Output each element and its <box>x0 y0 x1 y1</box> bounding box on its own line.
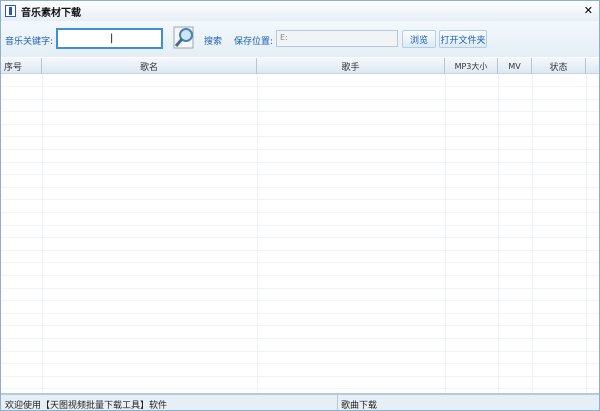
song-list[interactable] <box>1 74 599 393</box>
row-gridline <box>1 312 599 314</box>
row-gridline <box>1 262 599 264</box>
row-gridline <box>1 363 599 365</box>
row-gridline <box>1 86 599 87</box>
search-icon[interactable] <box>173 26 195 50</box>
close-icon[interactable]: ✕ <box>584 4 593 17</box>
row-gridline <box>1 325 599 327</box>
keyword-value: | <box>110 33 114 44</box>
save-location-label: 保存位置: <box>234 37 274 47</box>
row-gridline <box>1 161 599 163</box>
status-bar: 欢迎使用【天图视频批量下载工具】软件 歌曲下载 <box>1 393 599 411</box>
row-gridline <box>1 224 599 226</box>
row-gridline <box>1 375 599 377</box>
column-divider <box>445 74 446 393</box>
row-gridline <box>1 199 599 201</box>
status-message: 欢迎使用【天图视频批量下载工具】软件 <box>5 401 168 411</box>
row-gridline <box>1 237 599 239</box>
column-divider <box>532 74 533 393</box>
title-bar: 音乐素材下载 ✕ <box>1 1 599 21</box>
table-header: 序号 歌名 歌手 MP3大小 MV 状态 <box>1 58 599 74</box>
browse-button[interactable]: 浏览 <box>402 30 436 48</box>
window-title: 音乐素材下载 <box>21 7 81 19</box>
column-divider <box>42 74 43 393</box>
toolbar: 音乐关键字: | 搜索 保存位置: E: 浏览 打开文件夹 <box>1 21 599 57</box>
row-gridline <box>1 174 599 176</box>
row-gridline <box>1 350 599 352</box>
row-gridline <box>1 186 599 188</box>
keyword-input[interactable]: | <box>56 28 163 49</box>
row-gridline <box>1 123 599 125</box>
column-song[interactable]: 歌名 <box>42 58 257 74</box>
row-gridline <box>1 275 599 276</box>
keyword-label: 音乐关键字: <box>5 37 54 47</box>
save-path-input[interactable]: E: <box>276 30 398 47</box>
row-gridline <box>1 287 599 289</box>
main-window: 音乐素材下载 ✕ 音乐关键字: | 搜索 保存位置: E: 浏览 打开文件夹 序… <box>0 0 600 411</box>
row-gridline <box>1 136 599 138</box>
row-gridline <box>1 338 599 339</box>
row-gridline <box>1 212 599 213</box>
status-divider <box>337 395 338 410</box>
row-gridline <box>1 300 599 302</box>
column-status[interactable]: 状态 <box>532 58 586 74</box>
status-mode: 歌曲下载 <box>341 401 378 411</box>
row-gridline <box>1 149 599 150</box>
app-icon <box>5 5 16 17</box>
row-gridline <box>1 249 599 251</box>
search-button[interactable]: 搜索 <box>204 34 222 47</box>
row-gridline <box>1 111 599 113</box>
row-gridline <box>1 388 599 390</box>
column-artist[interactable]: 歌手 <box>257 58 445 74</box>
column-divider <box>498 74 499 393</box>
column-index[interactable]: 序号 <box>1 58 42 74</box>
column-divider <box>586 74 587 393</box>
row-gridline <box>1 98 599 100</box>
column-mv[interactable]: MV <box>498 58 532 74</box>
open-folder-button[interactable]: 打开文件夹 <box>439 30 487 48</box>
column-mp3-size[interactable]: MP3大小 <box>445 58 498 74</box>
column-divider <box>257 74 258 393</box>
